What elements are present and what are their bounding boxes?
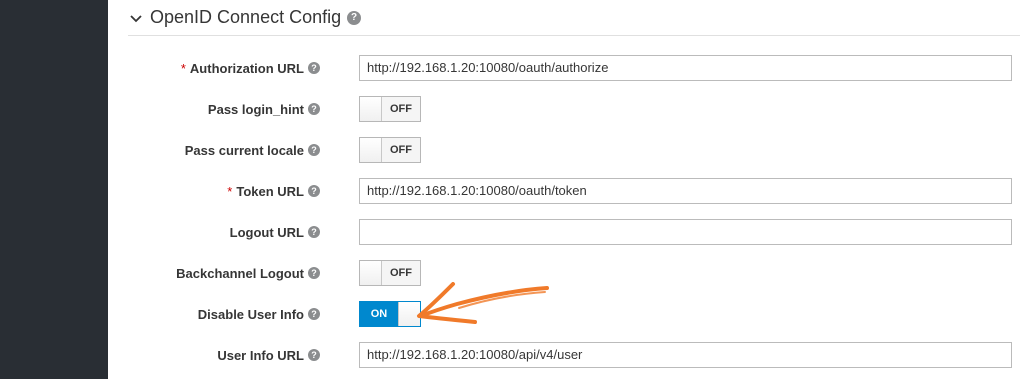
help-icon[interactable]: ? bbox=[308, 267, 320, 279]
section-title: OpenID Connect Config bbox=[150, 7, 342, 27]
sidebar bbox=[0, 0, 108, 379]
logout-url-input[interactable] bbox=[359, 219, 1012, 245]
token-url-label: * Token URL ? bbox=[227, 184, 320, 199]
annotation-arrow bbox=[417, 282, 549, 324]
backchannel-logout-row: Backchannel Logout ? OFF bbox=[108, 258, 1020, 288]
token-url-row: * Token URL ? http://192.168.1.20:10080/… bbox=[108, 176, 1020, 206]
logout-url-row: Logout URL ? bbox=[108, 217, 1020, 247]
help-icon[interactable]: ? bbox=[308, 226, 320, 238]
help-icon[interactable]: ? bbox=[347, 10, 362, 25]
help-icon[interactable]: ? bbox=[308, 62, 320, 74]
section-header[interactable]: OpenID Connect Config ? bbox=[128, 0, 1020, 36]
toggle-knob bbox=[360, 261, 382, 285]
toggle-knob bbox=[360, 138, 382, 162]
help-icon[interactable]: ? bbox=[308, 349, 320, 361]
authorization-url-input[interactable]: http://192.168.1.20:10080/oauth/authoriz… bbox=[359, 55, 1012, 81]
pass-login-hint-label: Pass login_hint ? bbox=[208, 102, 320, 117]
main-content: OpenID Connect Config ? * Authorization … bbox=[108, 0, 1020, 379]
toggle-state: OFF bbox=[382, 138, 420, 162]
pass-login-hint-toggle[interactable]: OFF bbox=[359, 96, 421, 122]
disable-user-info-label: Disable User Info ? bbox=[198, 307, 320, 322]
help-icon[interactable]: ? bbox=[308, 103, 320, 115]
authorization-url-row: * Authorization URL ? http://192.168.1.2… bbox=[108, 53, 1020, 83]
pass-current-locale-row: Pass current locale ? OFF bbox=[108, 135, 1020, 165]
backchannel-logout-label: Backchannel Logout ? bbox=[176, 266, 320, 281]
help-icon[interactable]: ? bbox=[308, 144, 320, 156]
user-info-url-row: User Info URL ? http://192.168.1.20:1008… bbox=[108, 340, 1020, 370]
toggle-state: OFF bbox=[382, 97, 420, 121]
pass-current-locale-label: Pass current locale ? bbox=[185, 143, 320, 158]
pass-login-hint-row: Pass login_hint ? OFF bbox=[108, 94, 1020, 124]
required-marker: * bbox=[180, 60, 186, 76]
token-url-input[interactable]: http://192.168.1.20:10080/oauth/token bbox=[359, 178, 1012, 204]
pass-current-locale-toggle[interactable]: OFF bbox=[359, 137, 421, 163]
toggle-state: ON bbox=[360, 302, 398, 326]
chevron-down-icon[interactable] bbox=[128, 10, 144, 26]
logout-url-label: Logout URL ? bbox=[230, 225, 320, 240]
help-icon[interactable]: ? bbox=[308, 308, 320, 320]
user-info-url-input[interactable]: http://192.168.1.20:10080/api/v4/user bbox=[359, 342, 1012, 368]
toggle-knob bbox=[360, 97, 382, 121]
required-marker: * bbox=[227, 183, 233, 199]
disable-user-info-row: Disable User Info ? ON bbox=[108, 299, 1020, 329]
help-icon[interactable]: ? bbox=[308, 185, 320, 197]
authorization-url-label: * Authorization URL ? bbox=[181, 61, 320, 76]
user-info-url-label: User Info URL ? bbox=[217, 348, 320, 363]
